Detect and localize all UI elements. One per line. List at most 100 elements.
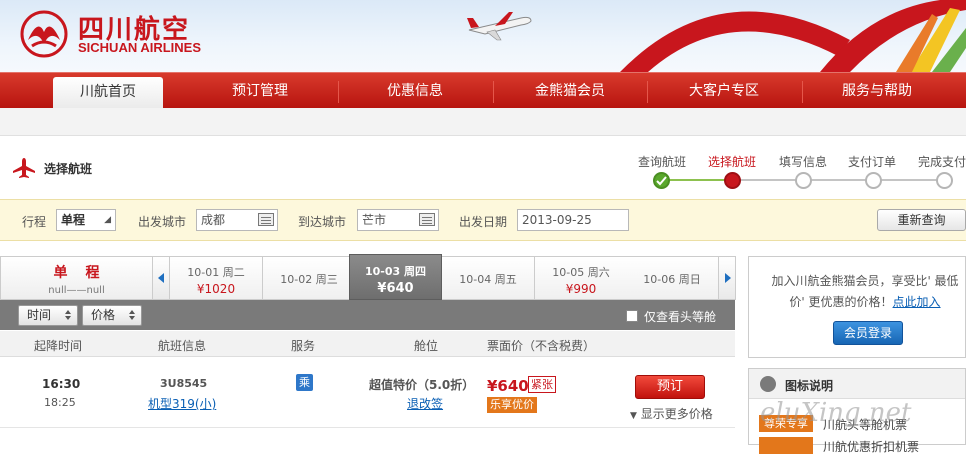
- city-picker-icon[interactable]: [258, 213, 274, 226]
- nav-item-promotions[interactable]: 优惠信息: [340, 73, 490, 109]
- promo-badge: 乐享优价: [487, 397, 537, 413]
- sort-by-time-label: 时间: [27, 308, 52, 322]
- trip-type-select[interactable]: 单程 ◢: [56, 209, 116, 231]
- depart-date-label: 出发日期: [459, 215, 508, 229]
- refund-change-link[interactable]: 退改签: [407, 395, 443, 412]
- nav-separator: [647, 81, 648, 103]
- book-button[interactable]: 预订: [635, 375, 705, 399]
- sort-down-icon: [129, 316, 135, 320]
- main-nav: 川航首页 预订管理 优惠信息 金熊猫会员 大客户专区 服务与帮助: [0, 72, 966, 109]
- globe-icon: [760, 376, 776, 392]
- show-more-prices[interactable]: ▼ 显示更多价格: [630, 405, 713, 422]
- page-title: 选择航班: [44, 162, 93, 176]
- date-tab[interactable]: 10-05 周六 ¥990: [535, 256, 628, 300]
- column-header-service: 服务: [291, 339, 316, 353]
- date-tab-date: 10-03: [364, 265, 401, 278]
- sort-by-price-label: 价格: [91, 308, 116, 322]
- step-done-check-icon: [653, 172, 670, 189]
- step-label-select: 选择航班: [708, 155, 757, 169]
- member-promo-panel: 加入川航金熊猫会员，享受比' 最低价' 更优惠的价格！点此加入 会员登录: [748, 256, 966, 358]
- flight-row: [0, 358, 735, 428]
- arrow-right-icon: [725, 273, 731, 283]
- nav-item-help[interactable]: 服务与帮助: [802, 73, 952, 109]
- date-tab[interactable]: 10-06 周日: [626, 256, 719, 300]
- prev-dates-button[interactable]: [152, 256, 170, 300]
- date-tab[interactable]: 10-02 周三: [263, 256, 356, 300]
- sort-by-price-button[interactable]: 价格: [82, 305, 142, 326]
- nav-item-home[interactable]: 川航首页: [53, 77, 163, 109]
- sort-down-icon: [65, 316, 71, 320]
- depart-date-input[interactable]: 2013-09-25: [517, 209, 629, 231]
- arrive-time: 18:25: [44, 396, 76, 409]
- member-login-button[interactable]: 会员登录: [833, 321, 903, 345]
- sort-up-icon: [65, 310, 71, 314]
- trip-summary-route: null——null: [48, 285, 105, 296]
- date-tab-weekday: 周三: [315, 273, 338, 286]
- depart-time: 16:30: [42, 377, 81, 391]
- date-tab-date: 10-04: [459, 273, 492, 286]
- to-city-label: 到达城市: [298, 215, 347, 229]
- step-connector: [732, 179, 942, 181]
- legend-header: 图标说明: [749, 369, 965, 399]
- trip-type-label: 行程: [22, 215, 47, 229]
- step-current-dot: [724, 172, 741, 189]
- first-class-only-label: 仅查看头等舱: [644, 310, 717, 324]
- date-tab-weekday: 周二: [222, 266, 245, 279]
- legend-text-discount: 川航优惠折扣机票: [823, 440, 920, 454]
- date-tab-date: 10-02: [280, 273, 313, 286]
- column-header-price: 票面价（不含税费）: [487, 339, 596, 353]
- aircraft-type-link[interactable]: 机型319(小): [148, 395, 216, 412]
- date-tab-price: ¥640: [377, 281, 414, 296]
- date-tab-weekday: 周日: [678, 273, 701, 286]
- step-todo-dot: [936, 172, 953, 189]
- requery-button[interactable]: 重新查询: [877, 209, 966, 231]
- date-tab[interactable]: 10-01 周二 ¥1020: [170, 256, 263, 300]
- column-header-flight: 航班信息: [158, 339, 207, 353]
- trip-summary: 单程 null——null: [0, 256, 152, 300]
- nav-item-corporate[interactable]: 大客户专区: [649, 73, 799, 109]
- date-tab-selected[interactable]: 10-03 周四 ¥640: [349, 254, 442, 300]
- step-label-pay: 支付订单: [848, 155, 897, 169]
- to-city-input[interactable]: 芒市: [357, 209, 439, 231]
- search-bar: 行程 单程 ◢ 出发城市 成都 到达城市 芒市 出发日期 2013-09-25 …: [0, 199, 966, 241]
- nav-item-booking[interactable]: 预订管理: [185, 73, 335, 109]
- step-label-fill: 填写信息: [779, 155, 828, 169]
- brand-name-en: SICHUAN AIRLINES: [78, 40, 202, 55]
- next-dates-button[interactable]: [718, 256, 736, 300]
- seats-tight-badge: 紧张: [528, 376, 556, 393]
- caret-down-icon: ▼: [630, 411, 637, 421]
- site-header: 四川航空 SICHUAN AIRLINES: [0, 0, 966, 72]
- first-class-only-checkbox[interactable]: [626, 310, 638, 322]
- date-tab-price: ¥990: [565, 282, 597, 296]
- member-promo-text: 加入川航金熊猫会员，享受比' 最低价' 更优惠的价格！点此加入: [765, 271, 965, 313]
- watermark: eluXing.net: [760, 398, 912, 428]
- airplane-icon: [13, 158, 35, 178]
- date-tab[interactable]: 10-04 周五: [442, 256, 535, 300]
- sort-bar: 时间 价格: [0, 300, 735, 330]
- fare-name: 超值特价（5.0折）: [369, 378, 475, 392]
- legend-tag-discount: [759, 437, 813, 454]
- sub-nav-bar: [0, 108, 966, 136]
- date-tab-price: ¥1020: [196, 282, 236, 296]
- fare-price: ¥640: [487, 377, 529, 395]
- date-tab-weekday: 周六: [587, 266, 610, 279]
- sichuan-airlines-logo-icon[interactable]: [18, 10, 70, 58]
- city-picker-icon[interactable]: [419, 213, 435, 226]
- sort-by-time-button[interactable]: 时间: [18, 305, 78, 326]
- nav-separator: [338, 81, 339, 103]
- arrow-left-icon: [158, 273, 164, 283]
- dropdown-icon: ◢: [104, 215, 111, 225]
- sort-up-icon: [129, 310, 135, 314]
- step-label-search: 查询航班: [638, 155, 687, 169]
- nav-item-panda-club[interactable]: 金熊猫会员: [495, 73, 645, 109]
- column-header-cabin: 舱位: [414, 339, 439, 353]
- from-city-label: 出发城市: [138, 215, 187, 229]
- flight-number: 3U8545: [160, 377, 208, 390]
- to-city-value: 芒市: [362, 213, 387, 227]
- from-city-input[interactable]: 成都: [196, 209, 278, 231]
- nav-separator: [493, 81, 494, 103]
- join-member-link[interactable]: 点此加入: [893, 295, 941, 309]
- date-tab-date: 10-05: [552, 266, 585, 279]
- step-label-done: 完成支付: [918, 155, 966, 169]
- column-header-time: 起降时间: [34, 339, 83, 353]
